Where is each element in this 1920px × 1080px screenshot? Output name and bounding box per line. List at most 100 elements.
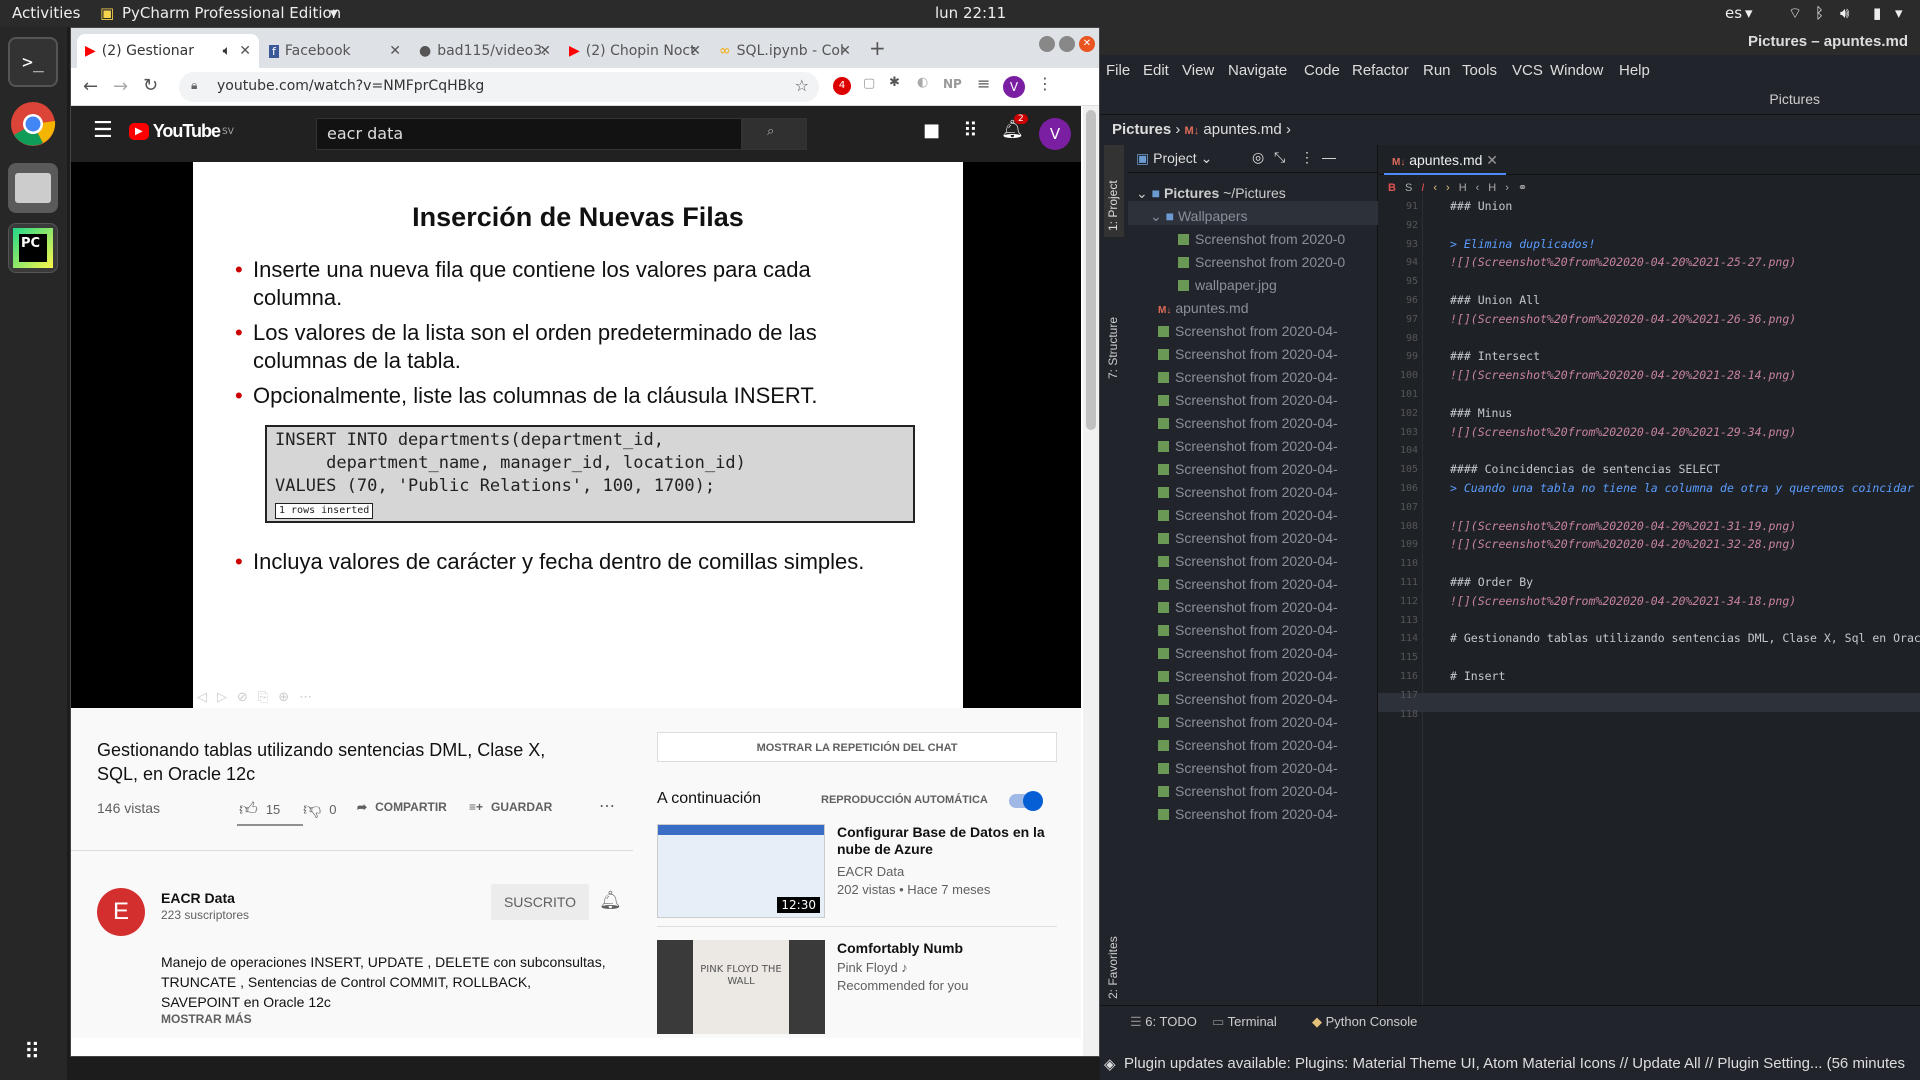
tree-item-screenshot[interactable]: Screenshot from 2020-04- [1158,576,1376,592]
rec-thumbnail-azure[interactable]: 12:30 [657,824,825,918]
code-line[interactable]: ### Minus [1450,406,1512,420]
favorites-tool-tab[interactable]: 2: Favorites [1104,905,1124,1005]
battery-icon[interactable]: ▮ [1873,4,1881,22]
activities-button[interactable]: Activities [12,4,80,22]
python-console-tab[interactable]: ◆ Python Console [1312,1014,1417,1030]
header-up-icon[interactable]: H› [1488,182,1518,194]
code-line[interactable]: ### Order By [1450,575,1533,589]
link-icon[interactable]: ⚭ [1518,182,1536,194]
rec-title[interactable]: Comfortably Numb [837,940,963,956]
share-button[interactable]: ➦ COMPARTIR [357,800,447,814]
dislike-button[interactable]: 👎︎ 0 [303,798,337,820]
language-arrow-icon[interactable]: ▾ [1745,4,1753,22]
hamburger-menu-icon[interactable]: ☰ [93,118,113,143]
youtube-search-input[interactable]: eacr data [316,118,742,150]
bell-icon[interactable]: 🔔︎ [599,890,622,911]
minimize-button[interactable] [1039,36,1055,52]
system-menu-arrow-icon[interactable]: ▾ [1895,4,1903,22]
tab-colab[interactable]: ∞ SQL.ipynb - Col ✕ [711,34,859,68]
code-line[interactable]: ### Union [1450,199,1512,213]
menu-tools[interactable]: Tools [1462,62,1497,79]
youtube-search-button[interactable]: ⌕ [742,118,807,150]
youtube-avatar[interactable]: V [1039,118,1071,150]
apps-grid-icon[interactable]: ⠿ [963,118,978,142]
files-icon[interactable] [8,163,58,213]
terminal-tab[interactable]: ▭ Terminal [1212,1014,1277,1030]
tree-item-screenshot[interactable]: Screenshot from 2020-04- [1158,461,1376,477]
tree-item-screenshot[interactable]: Screenshot from 2020-04- [1158,484,1376,500]
structure-tool-tab[interactable]: 7: Structure [1104,285,1124,385]
code-line[interactable]: ![](Screenshot%20from%202020-04-20%2021-… [1450,312,1796,326]
options-icon[interactable]: ⋮ [1300,149,1314,166]
chrome-icon[interactable] [8,99,58,149]
reload-icon[interactable]: ↻ [143,75,158,96]
tree-item-screenshot[interactable]: Screenshot from 2020-04- [1158,760,1376,776]
tree-root[interactable]: ⌄ ■ Pictures ~/Pictures [1136,185,1286,202]
ext-np-icon[interactable]: NP [943,77,962,91]
chevron-down-icon[interactable]: ⌄ [1201,150,1213,166]
tree-item-screenshot[interactable]: Screenshot from 2020-04- [1158,415,1376,431]
bluetooth-icon[interactable]: ᛒ [1815,4,1824,22]
new-tab-button[interactable]: + [869,36,886,60]
menu-refactor[interactable]: Refactor [1352,62,1409,79]
tree-item-screenshot[interactable]: Screenshot from 2020-04- [1158,714,1376,730]
tab-close-icon[interactable]: ✕ [389,43,401,59]
pycharm-icon[interactable]: PC [8,223,58,273]
tree-item[interactable]: Screenshot from 2020-0 [1178,231,1376,247]
menu-code[interactable]: Code [1304,62,1340,79]
header-down-icon[interactable]: H‹ [1459,182,1489,194]
code-line[interactable]: ![](Screenshot%20from%202020-04-20%2021-… [1450,594,1796,608]
italic-icon[interactable]: I [1421,182,1433,194]
show-applications-icon[interactable]: ⠿ [8,1027,58,1077]
menu-help[interactable]: Help [1619,62,1650,79]
tab-close-icon[interactable]: ✕ [539,43,551,59]
tree-item-screenshot[interactable]: Screenshot from 2020-04- [1158,507,1376,523]
breadcrumb-file[interactable]: apuntes.md [1203,121,1281,138]
tree-item[interactable]: wallpaper.jpg [1178,277,1376,293]
tree-item[interactable]: Screenshot from 2020-0 [1178,254,1376,270]
menu-run[interactable]: Run [1423,62,1451,79]
menu-vcs[interactable]: VCS [1512,62,1543,79]
channel-avatar[interactable]: E [97,888,145,936]
code-line[interactable]: ### Intersect [1450,349,1540,363]
code-line[interactable]: # Gestionando tablas utilizando sentenci… [1450,631,1920,645]
breadcrumb-folder[interactable]: Pictures [1112,121,1171,138]
ext-bug-icon[interactable]: ✱ [889,75,900,90]
project-view-selector[interactable]: Project [1153,150,1197,166]
menu-edit[interactable]: Edit [1143,62,1169,79]
address-bar[interactable]: 🔒︎ youtube.com/watch?v=NMFprCqHBkg ☆ [179,72,819,102]
tab-github[interactable]: ● bad115/video3. ✕ [411,34,559,68]
menu-view[interactable]: View [1182,62,1214,79]
tree-folder-wallpapers[interactable]: ⌄ ■ Wallpapers [1150,208,1248,225]
tab-close-icon[interactable]: ✕ [839,43,851,59]
code-line[interactable]: > Cuando una tabla no tiene la columna d… [1450,481,1914,495]
audio-icon[interactable]: 🔈︎ [223,43,231,59]
forward-icon[interactable]: → [113,76,128,97]
create-video-icon[interactable]: ■ [923,120,940,141]
tree-item-screenshot[interactable]: Screenshot from 2020-04- [1158,806,1376,822]
language-indicator[interactable]: es [1725,4,1742,22]
media-queue-icon[interactable]: ≡ [977,74,990,93]
back-icon[interactable]: ← [83,76,98,97]
tree-item-screenshot[interactable]: Screenshot from 2020-04- [1158,323,1376,339]
code-line[interactable]: #### Coincidencias de sentencias SELECT [1450,462,1720,476]
tree-item-screenshot[interactable]: Screenshot from 2020-04- [1158,599,1376,615]
autoplay-toggle[interactable] [1009,791,1043,811]
todo-tab[interactable]: ☰ 6: TODO [1130,1014,1197,1030]
close-window-button[interactable]: ✕ [1079,36,1095,52]
code-line[interactable]: ### Union All [1450,293,1540,307]
page-scrollbar[interactable] [1083,106,1099,1056]
tab-facebook[interactable]: f Facebook ✕ [261,34,409,68]
locate-target-icon[interactable]: ◎ [1252,149,1264,166]
subscribe-button[interactable]: SUSCRITO [491,884,589,920]
tab-youtube-active[interactable]: ▶ (2) Gestionar 🔈︎ ✕ [77,34,259,68]
code-line[interactable]: ![](Screenshot%20from%202020-04-20%2021-… [1450,519,1796,533]
editor-tab-apuntes[interactable]: M↓ apuntes.md ✕ [1384,145,1507,175]
ext-moon-icon[interactable]: ◐ [917,75,928,90]
app-menu-arrow-icon[interactable]: ▾ [330,4,338,22]
collapse-all-icon[interactable]: ⤡ [1274,149,1285,166]
rec-title[interactable]: Configurar Base de Datos en la nube de A… [837,824,1057,858]
tab-close-icon[interactable]: ✕ [239,43,251,59]
tree-item-screenshot[interactable]: Screenshot from 2020-04- [1158,668,1376,684]
clock[interactable]: lun 22:11 [935,4,1006,22]
